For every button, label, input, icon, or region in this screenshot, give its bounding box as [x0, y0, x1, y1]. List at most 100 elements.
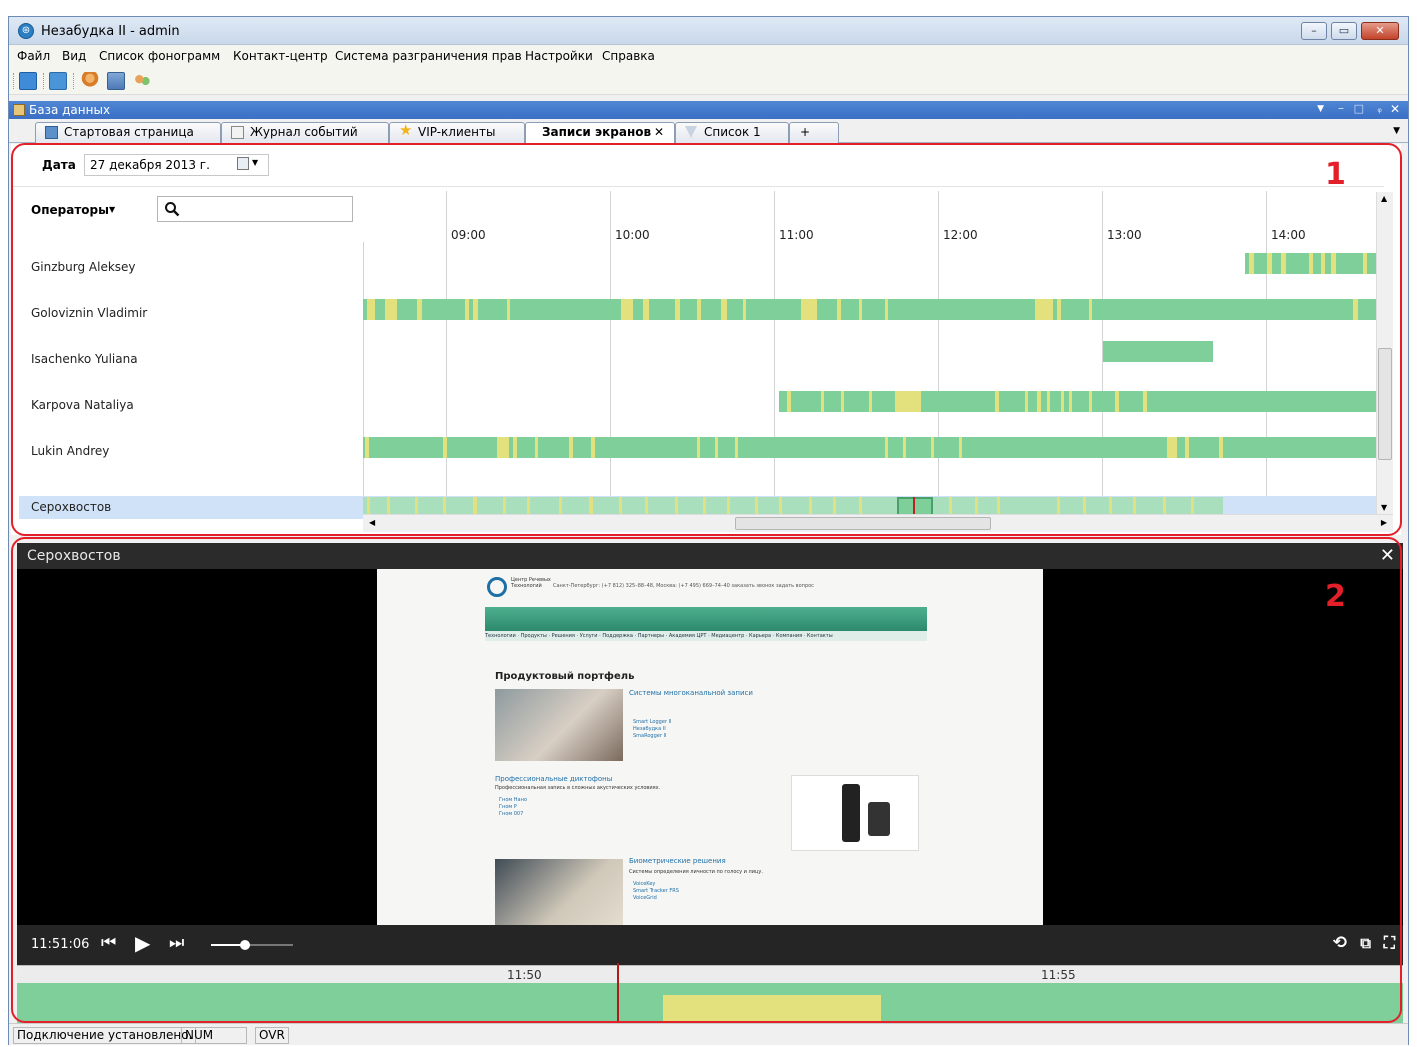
- scroll-up-icon[interactable]: ▲: [1381, 194, 1387, 203]
- activity-lane[interactable]: [363, 253, 1393, 274]
- external-window-icon[interactable]: ⧉: [1360, 934, 1371, 952]
- monitor-icon[interactable]: [107, 72, 125, 90]
- scroll-right-icon[interactable]: ▶: [1381, 518, 1387, 527]
- menu-bar: Файл Вид Список фонограмм Контакт-центр …: [9, 45, 1408, 67]
- calendar-icon[interactable]: [237, 157, 249, 170]
- activity-mark: [841, 391, 844, 412]
- activity-lane[interactable]: [363, 391, 1393, 412]
- activity-mark: [1167, 437, 1177, 458]
- operator-search-input[interactable]: [157, 196, 353, 222]
- player-close-icon[interactable]: ✕: [1380, 545, 1395, 566]
- maximize-button[interactable]: ▭: [1331, 22, 1357, 40]
- close-button[interactable]: ✕: [1361, 22, 1399, 40]
- operator-row[interactable]: Ginzburg Aleksey: [19, 253, 1393, 281]
- player-title: Серохвостов: [27, 548, 121, 564]
- dock-float-icon[interactable]: □: [1354, 102, 1364, 115]
- filter-icon: [685, 126, 697, 138]
- tab-vip-clients[interactable]: ★ VIP-клиенты: [389, 122, 525, 143]
- activity-mark: [1037, 391, 1041, 412]
- activity-lane[interactable]: [363, 437, 1393, 458]
- tab-start-page[interactable]: Стартовая страница: [35, 122, 221, 143]
- operator-name: Lukin Andrey: [31, 444, 110, 458]
- menu-contact-center[interactable]: Контакт-центр: [233, 49, 328, 63]
- menu-settings[interactable]: Настройки: [525, 49, 593, 63]
- recorder-device: [868, 802, 890, 836]
- dock-menu-icon[interactable]: ▼: [1317, 104, 1324, 114]
- hour-label: 09:00: [451, 228, 486, 242]
- chevron-down-icon[interactable]: ▼: [252, 158, 258, 167]
- user-icon[interactable]: [81, 72, 99, 90]
- dock-pin-icon[interactable]: ᵩ: [1377, 102, 1382, 115]
- activity-mark: [721, 299, 727, 320]
- activity-mark: [643, 299, 649, 320]
- site-section-title: Профессиональные диктофоны: [495, 775, 613, 783]
- horizontal-scrollbar[interactable]: ◀ ▶: [363, 514, 1393, 532]
- dock-minimize-icon[interactable]: –: [1338, 101, 1344, 115]
- menu-file[interactable]: Файл: [17, 49, 50, 63]
- operators-dropdown[interactable]: Операторы: [31, 203, 109, 217]
- operator-row[interactable]: Lukin Andrey: [19, 437, 1393, 465]
- tab-list-dropdown-icon[interactable]: ▼: [1393, 126, 1400, 136]
- play-icon[interactable]: ▶: [135, 931, 150, 955]
- annotation-number: 1: [1325, 157, 1346, 192]
- activity-mark: [1069, 391, 1072, 412]
- window-title: Незабудка II - admin: [41, 24, 180, 39]
- site-nav: Технологии · Продукты · Решения · Услуги…: [485, 631, 927, 641]
- toolbar-separator: [13, 73, 14, 89]
- playhead-marker[interactable]: [617, 963, 619, 1027]
- chevron-down-icon[interactable]: ▼: [109, 205, 115, 214]
- tab-list-1[interactable]: Список 1: [675, 122, 789, 143]
- operator-row[interactable]: Isachenko Yuliana: [19, 341, 1384, 373]
- add-tab-button[interactable]: +: [789, 122, 839, 143]
- menu-access-control[interactable]: Система разграничения прав: [335, 49, 522, 63]
- activity-mark: [1185, 437, 1189, 458]
- volume-slider[interactable]: [211, 940, 293, 950]
- reload-icon[interactable]: ⟲: [1333, 933, 1347, 953]
- scroll-thumb[interactable]: [735, 517, 991, 530]
- playback-time: 11:51:06: [31, 937, 90, 952]
- activity-mark: [931, 437, 934, 458]
- date-picker[interactable]: 27 декабря 2013 г. ▼: [84, 154, 269, 176]
- dock-close-icon[interactable]: ✕: [1390, 102, 1400, 116]
- site-page-title: Продуктовый портфель: [495, 671, 635, 682]
- database-icon: [13, 104, 25, 116]
- tab-label: Журнал событий: [250, 125, 358, 139]
- vertical-scrollbar[interactable]: ▲ ▼: [1376, 192, 1393, 514]
- divider: [11, 186, 1384, 187]
- site-section-item: VoiceKey: [633, 881, 656, 887]
- title-bar: ⊛ Незабудка II - admin – ▭ ✕: [9, 17, 1408, 45]
- operator-row[interactable]: Karpova Nataliya: [19, 391, 1393, 419]
- hour-label: 13:00: [1107, 228, 1142, 242]
- player-header: Серохвостов ✕: [17, 543, 1403, 569]
- activity-lane[interactable]: [363, 341, 1393, 362]
- activity-lane[interactable]: [363, 299, 1393, 320]
- phonogram-icon[interactable]: [49, 72, 67, 90]
- volume-knob[interactable]: [240, 940, 251, 950]
- database-icon[interactable]: [19, 72, 37, 90]
- fullscreen-icon[interactable]: ⛶: [1384, 933, 1395, 953]
- menu-view[interactable]: Вид: [62, 49, 86, 63]
- operator-row[interactable]: Goloviznin Vladimir: [19, 299, 1393, 327]
- skip-back-icon[interactable]: ⏮: [101, 933, 116, 953]
- site-nav-item: Услуги: [579, 633, 598, 639]
- menu-help[interactable]: Справка: [602, 49, 655, 63]
- site-section-item: Незабудка II: [633, 726, 666, 732]
- site-nav-item: Партнеры: [637, 633, 665, 639]
- tab-screen-records[interactable]: Записи экранов ✕: [525, 122, 675, 144]
- users-group-icon[interactable]: [133, 72, 151, 90]
- mini-timeline-ruler: 11:50 11:55: [17, 965, 1403, 983]
- activity-mark: [1267, 253, 1272, 274]
- scroll-thumb[interactable]: [1378, 348, 1392, 460]
- skip-forward-icon[interactable]: ⏭: [169, 933, 184, 953]
- activity-segment[interactable]: [1103, 341, 1213, 362]
- activity-mark: [1353, 299, 1358, 320]
- scroll-left-icon[interactable]: ◀: [369, 518, 375, 527]
- tab-event-log[interactable]: Журнал событий: [221, 122, 389, 143]
- activity-mark: [621, 299, 633, 320]
- scroll-down-icon[interactable]: ▼: [1381, 503, 1387, 512]
- menu-phonogram-list[interactable]: Список фонограмм: [99, 49, 220, 63]
- minimize-button[interactable]: –: [1301, 22, 1327, 40]
- mini-timeline[interactable]: [17, 963, 1403, 1027]
- activity-mark: [787, 391, 791, 412]
- tab-close-icon[interactable]: ✕: [654, 123, 664, 142]
